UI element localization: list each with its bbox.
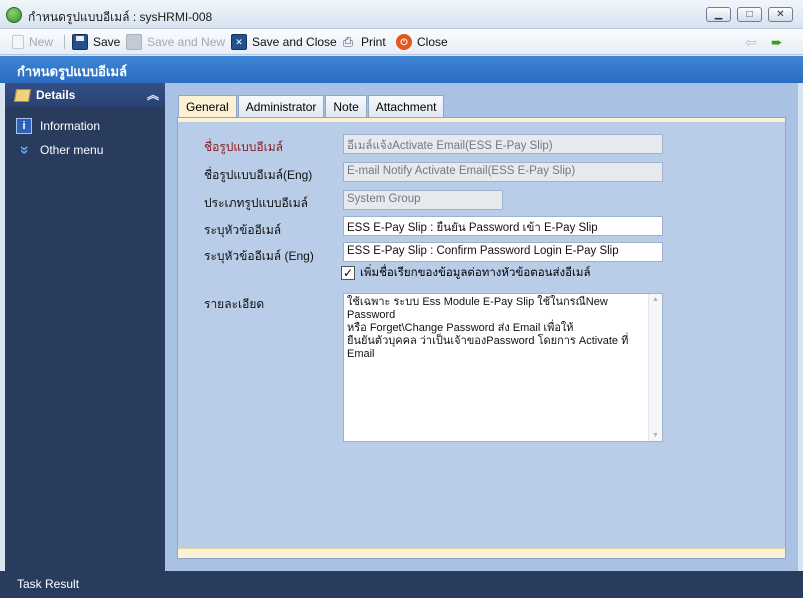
new-button[interactable]: New <box>12 33 53 51</box>
save-new-icon <box>126 34 142 50</box>
tab-administrator[interactable]: Administrator <box>237 95 325 117</box>
minimize-button[interactable]: ▁ <box>706 7 731 22</box>
subject-eng-label: ระบุหัวข้ออีเมล์ (Eng) <box>204 249 314 263</box>
sidebar-item-label: Other menu <box>40 143 104 157</box>
tab-strip: General Administrator Note Attachment <box>178 95 445 118</box>
append-name-checkbox[interactable]: ✓ <box>341 266 355 280</box>
sidebar-item-label: Information <box>40 119 101 133</box>
details-label: รายละเอียด <box>204 297 265 311</box>
window-title: กำหนดรูปแบบอีเมล์ : sysHRMI-008 <box>28 10 213 24</box>
sidebar-header-label: Details <box>36 88 76 102</box>
double-chevron-down-icon: » <box>16 145 33 155</box>
back-arrow-icon[interactable]: ⇦ <box>745 34 757 51</box>
tab-attachment[interactable]: Attachment <box>367 95 445 117</box>
details-scrollbar[interactable]: ▲ ▼ <box>648 294 662 441</box>
forward-arrow-icon[interactable]: ➨ <box>771 34 783 51</box>
general-panel: ชื่อรูปแบบอีเมล์ อีเมล์แจ้งActivate Emai… <box>177 117 786 559</box>
save-and-new-label: Save and New <box>147 35 226 49</box>
page-title: กำหนดรูปแบบอีเมล์ <box>0 56 803 83</box>
panel-top-strip <box>178 118 785 122</box>
details-text: ใช้เฉพาะ ระบบ Ess Module E-Pay Slip ใช้ใ… <box>347 296 629 360</box>
window-titlebar: กำหนดรูปแบบอีเมล์ : sysHRMI-008 ▁ □ ✕ <box>0 0 803 29</box>
template-type-label: ประเภทรูปแบบอีเมล์ <box>204 196 309 210</box>
task-result-label[interactable]: Task Result <box>17 577 79 591</box>
new-document-icon <box>12 35 24 49</box>
subject-label: ระบุหัวข้ออีเมล์ <box>204 223 282 237</box>
scroll-down-icon[interactable]: ▼ <box>652 432 659 439</box>
status-bar: Task Result <box>0 571 803 598</box>
sidebar: Details ︽ i Information » Other menu <box>5 83 165 571</box>
details-textarea[interactable]: ใช้เฉพาะ ระบบ Ess Module E-Pay Slip ใช้ใ… <box>343 293 663 442</box>
floppy-disk-icon <box>72 34 88 50</box>
template-name-eng-field[interactable]: E-mail Notify Activate Email(ESS E-Pay S… <box>343 162 663 182</box>
save-and-close-label: Save and Close <box>252 35 337 49</box>
app-icon <box>6 7 22 23</box>
sidebar-item-information[interactable]: i Information <box>5 116 165 136</box>
save-and-close-button[interactable]: ✕ Save and Close <box>231 33 337 51</box>
close-button[interactable]: ⏻ Close <box>396 33 448 51</box>
print-button-label: Print <box>361 35 386 49</box>
toolbar-separator <box>64 35 65 49</box>
append-name-checkbox-label: เพิ่มชื่อเรียกของข้อมูลต่อทางหัวข้อตอนส่… <box>360 267 591 279</box>
template-name-eng-label: ชื่อรูปแบบอีเมล์(Eng) <box>204 168 313 182</box>
sidebar-item-other-menu[interactable]: » Other menu <box>5 140 165 160</box>
panel-bottom-strip <box>178 548 785 558</box>
maximize-button[interactable]: □ <box>737 7 762 22</box>
tab-note[interactable]: Note <box>325 95 367 117</box>
close-circle-icon: ⏻ <box>396 34 412 50</box>
save-button-label: Save <box>93 35 121 49</box>
main-content: General Administrator Note Attachment ชื… <box>165 83 798 571</box>
close-button-label: Close <box>417 35 448 49</box>
subject-input[interactable]: ESS E-Pay Slip : ยืนยัน Password เข้า E-… <box>343 216 663 236</box>
save-close-icon: ✕ <box>231 34 247 50</box>
close-window-button[interactable]: ✕ <box>768 7 793 22</box>
template-name-label: ชื่อรูปแบบอีเมล์ <box>204 140 283 154</box>
new-button-label: New <box>29 35 54 49</box>
subject-eng-input[interactable]: ESS E-Pay Slip : Confirm Password Login … <box>343 242 663 262</box>
save-button[interactable]: Save <box>72 33 120 51</box>
toolbar: New Save Save and New ✕ Save and Close ⎙… <box>0 29 803 55</box>
save-and-new-button[interactable]: Save and New <box>126 33 225 51</box>
template-name-field[interactable]: อีเมล์แจ้งActivate Email(ESS E-Pay Slip) <box>343 134 663 154</box>
append-name-checkbox-row[interactable]: ✓ เพิ่มชื่อเรียกของข้อมูลต่อทางหัวข้อตอน… <box>341 264 591 282</box>
scroll-up-icon[interactable]: ▲ <box>652 296 659 303</box>
template-type-field[interactable]: System Group <box>343 190 503 210</box>
collapse-chevron-icon[interactable]: ︽ <box>147 86 159 103</box>
printer-icon: ⎙ <box>342 34 354 49</box>
sidebar-header[interactable]: Details ︽ <box>5 83 165 107</box>
notes-icon <box>13 88 32 102</box>
tab-general[interactable]: General <box>178 95 237 118</box>
info-icon: i <box>16 118 32 134</box>
print-button[interactable]: ⎙ Print <box>340 33 386 51</box>
